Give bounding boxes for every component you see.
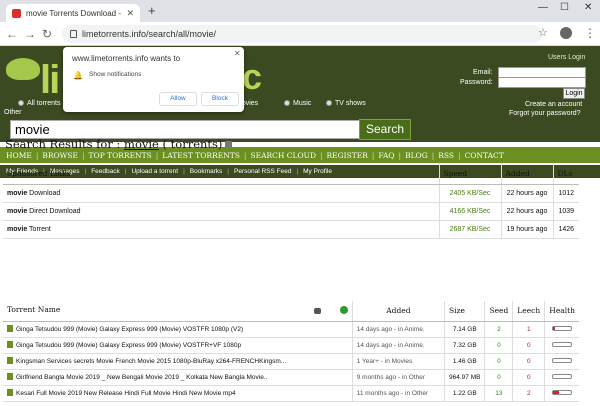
- torrent-link[interactable]: Girlfriend Bangla Movie 2019 _ New Benga…: [16, 374, 267, 381]
- category-other[interactable]: Other: [4, 109, 22, 116]
- block-button[interactable]: Block: [201, 92, 239, 106]
- nav-blog[interactable]: BLOG: [405, 151, 428, 160]
- torrent-row[interactable]: Kingsman Services secrets Movie French M…: [3, 353, 579, 370]
- lime-logo-icon: [6, 58, 40, 80]
- forward-icon[interactable]: →: [24, 27, 36, 41]
- sponsored-row[interactable]: movie Torrent 2687 KB/Sec 19 hours ago 1…: [3, 220, 579, 239]
- search-button[interactable]: Search: [359, 119, 411, 140]
- col-speed: Speed: [438, 163, 501, 185]
- col-dls: DLs: [552, 163, 579, 185]
- health-bar: [552, 357, 573, 363]
- health-bar: [552, 373, 573, 379]
- close-tab-icon[interactable]: ✕: [126, 8, 134, 19]
- col-added[interactable]: Added: [351, 301, 445, 322]
- lock-icon: [70, 30, 77, 38]
- torrent-link[interactable]: Kesari Full Movie 2019 New Release Hindi…: [16, 390, 236, 397]
- sponsored-table: Sponsored Links Speed Added DLs movie Do…: [3, 163, 579, 239]
- col-torrent-name[interactable]: Torrent Name: [3, 301, 353, 322]
- nav-home[interactable]: HOME: [6, 151, 32, 160]
- health-bar: [552, 341, 573, 347]
- torrent-row[interactable]: Ginga Tetsudou 999 (Movie) Galaxy Expres…: [3, 321, 579, 338]
- category-tv[interactable]: TV shows: [326, 100, 366, 107]
- popup-message: Show notifications: [89, 71, 142, 78]
- col-sponsored-links: Sponsored Links: [3, 163, 439, 185]
- radio-icon: [326, 100, 332, 106]
- nav-register[interactable]: REGISTER: [327, 151, 368, 160]
- bell-icon: 🔔: [73, 71, 83, 80]
- comments-icon: [313, 308, 321, 315]
- nav-browse[interactable]: BROWSE: [42, 151, 78, 160]
- results-title: Search Results for : movie ( torrents): [5, 137, 233, 151]
- radio-icon: [18, 100, 24, 106]
- site-logo[interactable]: li: [40, 58, 60, 103]
- col-size[interactable]: Size: [444, 301, 485, 322]
- nav-top-torrents[interactable]: TOP TORRENTS: [89, 151, 152, 160]
- sponsored-row[interactable]: movie Download 2405 KB/Sec 22 hours ago …: [3, 184, 579, 203]
- minimize-icon[interactable]: —: [538, 2, 548, 13]
- col-seed[interactable]: Seed: [484, 301, 513, 322]
- nav-rss[interactable]: RSS: [438, 151, 454, 160]
- torrent-row[interactable]: Kesari Full Movie 2019 New Release Hindi…: [3, 385, 579, 402]
- site-favicon-icon: [12, 8, 21, 18]
- login-button[interactable]: Login: [563, 88, 585, 99]
- verified-icon: [339, 306, 348, 315]
- nav-faq[interactable]: FAQ: [378, 151, 394, 160]
- password-label: Password:: [460, 79, 493, 86]
- category-music[interactable]: Music: [284, 100, 311, 107]
- torrent-row[interactable]: Ginga Tetsudou 999 (Movie) Galaxy Expres…: [3, 337, 579, 354]
- health-bar: [552, 389, 573, 395]
- torrent-link[interactable]: Ginga Tetsudou 999 (Movie) Galaxy Expres…: [16, 326, 243, 333]
- account-icon[interactable]: [560, 27, 572, 39]
- browser-menu-icon[interactable]: ⋮: [584, 26, 596, 40]
- maximize-icon[interactable]: ☐: [560, 2, 569, 13]
- create-account-link[interactable]: Create an account: [525, 101, 582, 108]
- tab-title: movie Torrents Download - Lime: [26, 8, 122, 18]
- nav-search-cloud[interactable]: SEARCH CLOUD: [250, 151, 316, 160]
- back-icon[interactable]: ←: [6, 27, 18, 41]
- popup-title: www.limetorrents.info wants to: [72, 54, 181, 63]
- torrent-link[interactable]: Kingsman Services secrets Movie French M…: [16, 358, 286, 365]
- notification-permission-popup: www.limetorrents.info wants to ✕ 🔔 Show …: [63, 47, 244, 112]
- torrents-table: Torrent Name Added Size Seed Leech Healt…: [3, 301, 579, 402]
- reload-icon[interactable]: ↻: [42, 27, 52, 41]
- file-icon: [7, 357, 13, 364]
- file-icon: [7, 373, 13, 380]
- col-added: Added: [500, 163, 553, 185]
- file-icon: [7, 341, 13, 348]
- users-login-heading: Users Login: [548, 54, 586, 61]
- torrent-row[interactable]: Girlfriend Bangla Movie 2019 _ New Benga…: [3, 369, 579, 386]
- category-all[interactable]: All torrents: [18, 100, 60, 107]
- rss-icon[interactable]: [225, 141, 233, 148]
- radio-icon: [284, 100, 290, 106]
- address-url: limetorrents.info/search/all/movie/: [82, 29, 217, 39]
- health-bar: [552, 325, 573, 331]
- browser-toolbar: ← → ↻ limetorrents.info/search/all/movie…: [0, 22, 600, 46]
- nav-contact[interactable]: CONTACT: [465, 151, 504, 160]
- sponsored-row[interactable]: movie Direct Download 4166 KB/Sec 22 hou…: [3, 202, 579, 221]
- query-link[interactable]: movie: [124, 137, 159, 151]
- forgot-password-link[interactable]: Forgot your password?: [509, 110, 581, 117]
- allow-button[interactable]: Allow: [159, 92, 197, 106]
- browser-tab[interactable]: movie Torrents Download - Lime ✕: [6, 4, 140, 22]
- file-icon: [7, 325, 13, 332]
- nav-latest-torrents[interactable]: LATEST TORRENTS: [162, 151, 240, 160]
- site-logo-tail: c: [242, 56, 263, 97]
- close-window-icon[interactable]: ✕: [584, 2, 592, 13]
- popup-close-icon[interactable]: ✕: [234, 49, 241, 58]
- email-label: Email:: [473, 69, 493, 76]
- col-leech[interactable]: Leech: [512, 301, 545, 322]
- bookmark-star-icon[interactable]: ☆: [538, 26, 548, 39]
- col-health[interactable]: Health: [544, 301, 579, 322]
- browser-tab-bar: movie Torrents Download - Lime ✕ + — ☐ ✕: [0, 0, 600, 22]
- address-bar[interactable]: limetorrents.info/search/all/movie/: [62, 25, 542, 43]
- torrent-link[interactable]: Ginga Tetsudou 999 (Movie) Galaxy Expres…: [16, 342, 241, 349]
- new-tab-icon[interactable]: +: [148, 4, 156, 18]
- file-icon: [7, 389, 13, 396]
- password-field[interactable]: [498, 77, 586, 88]
